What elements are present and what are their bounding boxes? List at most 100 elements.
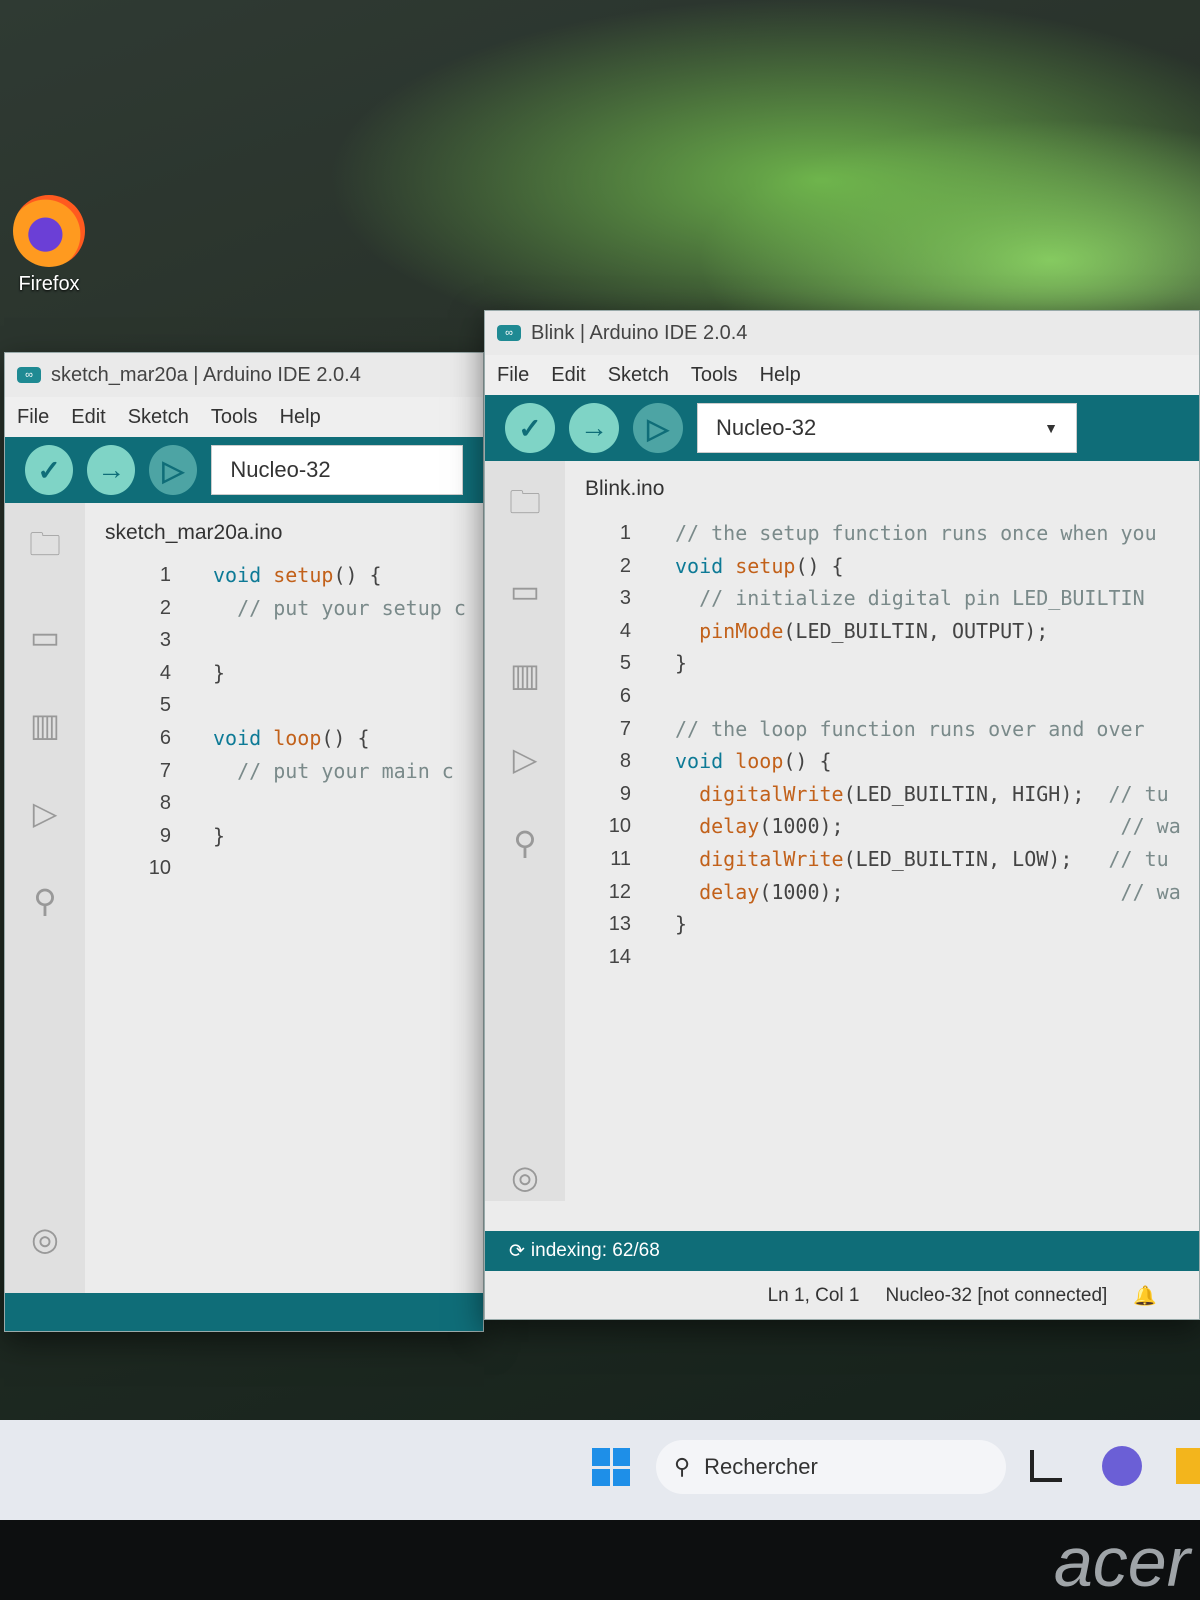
arduino-window-sketch[interactable]: ∞ sketch_mar20a | Arduino IDE 2.0.4 File… xyxy=(4,352,484,1332)
board-status[interactable]: Nucleo-32 [not connected] xyxy=(886,1285,1108,1307)
debug-button[interactable]: ▷ xyxy=(633,403,683,453)
library-icon[interactable]: ▥ xyxy=(502,653,548,697)
code-line: } xyxy=(675,912,688,937)
menu-edit[interactable]: Edit xyxy=(551,364,585,387)
search-placeholder: Rechercher xyxy=(704,1454,818,1479)
menu-edit[interactable]: Edit xyxy=(71,406,105,429)
code-line: // the loop function runs over and over xyxy=(675,716,1145,741)
board-selector[interactable]: Nucleo-32 xyxy=(211,445,464,495)
code-editor[interactable]: // the setup function runs once when you… xyxy=(675,517,1199,974)
code-line: void setup() { xyxy=(213,563,382,587)
desktop-icon-label: Firefox xyxy=(18,273,80,295)
line-number: 3 xyxy=(159,629,171,652)
arrow-right-icon: → xyxy=(580,412,608,443)
line-number: 10 xyxy=(148,857,171,880)
menu-tools[interactable]: Tools xyxy=(211,406,258,429)
notification-bell-icon[interactable]: 🔔 xyxy=(1133,1284,1157,1308)
laptop-bezel xyxy=(0,1520,1200,1600)
sync-icon: ⟳ xyxy=(509,1240,525,1262)
line-number: 1 xyxy=(159,564,171,586)
debug-button[interactable]: ▷ xyxy=(149,445,198,495)
editor-tab[interactable]: Blink.ino xyxy=(585,477,664,501)
line-number: 9 xyxy=(619,782,631,805)
account-icon[interactable]: ◎ xyxy=(502,1155,548,1199)
code-line: // put your main c xyxy=(237,758,454,783)
line-number: 13 xyxy=(608,913,631,936)
line-number: 1 xyxy=(619,522,631,544)
line-number: 8 xyxy=(159,792,171,815)
folder-icon[interactable]: 🗀 xyxy=(502,484,548,529)
code-line: digitalWrite(LED_BUILTIN, LOW); // tu xyxy=(699,846,1169,871)
status-footer: Ln 1, Col 1 Nucleo-32 [not connected] 🔔 xyxy=(485,1271,1199,1319)
upload-button[interactable]: → xyxy=(569,403,619,453)
line-number: 3 xyxy=(619,587,631,610)
menu-tools[interactable]: Tools xyxy=(691,364,738,387)
search-icon: ⚲ xyxy=(674,1454,691,1479)
windows-start-icon[interactable] xyxy=(592,1448,630,1486)
code-line: pinMode(LED_BUILTIN, OUTPUT); xyxy=(699,618,1049,643)
menu-sketch[interactable]: Sketch xyxy=(128,406,189,429)
line-number-gutter: 1 2 3 4 5 6 7 8 9 10 11 12 13 14 xyxy=(581,517,631,973)
code-line: delay(1000); // wa xyxy=(699,814,1181,839)
line-number: 2 xyxy=(159,596,171,619)
toolbar: ✓ → ▷ Nucleo-32 xyxy=(5,437,483,503)
board-selector-label: Nucleo-32 xyxy=(230,457,331,482)
arduino-logo-icon: ∞ xyxy=(17,367,41,383)
menu-bar: File Edit Sketch Tools Help xyxy=(485,355,1199,395)
window-titlebar[interactable]: ∞ sketch_mar20a | Arduino IDE 2.0.4 xyxy=(5,353,483,397)
board-selector-label: Nucleo-32 xyxy=(716,415,817,440)
meet-icon[interactable] xyxy=(1102,1446,1142,1486)
file-explorer-icon[interactable] xyxy=(1176,1448,1200,1484)
search-icon[interactable]: ⚲ xyxy=(502,821,548,865)
check-icon: ✓ xyxy=(37,454,61,486)
toolbar: ✓ → ▷ Nucleo-32 ▼ xyxy=(485,395,1199,461)
search-icon[interactable]: ⚲ xyxy=(22,879,68,923)
menu-help[interactable]: Help xyxy=(280,406,321,429)
sidebar: 🗀 ▭ ▥ ▷ ⚲ ◎ xyxy=(5,503,85,1331)
debug-icon[interactable]: ▷ xyxy=(22,791,68,835)
window-titlebar[interactable]: ∞ Blink | Arduino IDE 2.0.4 xyxy=(485,311,1199,355)
cursor-position[interactable]: Ln 1, Col 1 xyxy=(768,1285,860,1307)
editor-tab[interactable]: sketch_mar20a.ino xyxy=(105,521,282,545)
folder-icon[interactable]: 🗀 xyxy=(22,526,68,571)
board-selector[interactable]: Nucleo-32 ▼ xyxy=(697,403,1077,453)
menu-help[interactable]: Help xyxy=(760,364,801,387)
code-line: digitalWrite(LED_BUILTIN, HIGH); // tu xyxy=(699,781,1169,806)
code-editor[interactable]: void setup() { // put your setup c} void … xyxy=(213,559,483,885)
line-number: 5 xyxy=(619,652,631,675)
firefox-icon xyxy=(13,195,85,267)
verify-button[interactable]: ✓ xyxy=(25,445,74,495)
line-number: 9 xyxy=(159,824,171,847)
boards-manager-icon[interactable]: ▭ xyxy=(502,569,548,613)
menu-file[interactable]: File xyxy=(17,406,49,429)
line-number-gutter: 1 2 3 4 5 6 7 8 9 10 xyxy=(125,559,171,885)
line-number: 14 xyxy=(608,945,631,968)
boards-manager-icon[interactable]: ▭ xyxy=(22,615,68,659)
upload-button[interactable]: → xyxy=(87,445,136,495)
line-number: 11 xyxy=(610,847,631,870)
line-number: 7 xyxy=(159,759,171,782)
status-bar xyxy=(5,1293,483,1331)
menu-sketch[interactable]: Sketch xyxy=(608,364,669,387)
debug-icon: ▷ xyxy=(162,454,185,486)
library-icon[interactable]: ▥ xyxy=(22,703,68,747)
window-title: sketch_mar20a | Arduino IDE 2.0.4 xyxy=(51,363,361,386)
code-line: void loop() { xyxy=(213,725,370,750)
task-view-icon[interactable] xyxy=(1030,1450,1062,1482)
indexing-bar: ⟳ indexing: 62/68 xyxy=(485,1231,1199,1271)
account-icon[interactable]: ◎ xyxy=(22,1217,68,1261)
desktop-icon-firefox[interactable]: Firefox xyxy=(4,195,94,296)
taskbar: ⚲ Rechercher xyxy=(0,1420,1200,1520)
verify-button[interactable]: ✓ xyxy=(505,403,555,453)
arduino-window-blink[interactable]: ∞ Blink | Arduino IDE 2.0.4 File Edit Sk… xyxy=(484,310,1200,1320)
window-title: Blink | Arduino IDE 2.0.4 xyxy=(531,321,748,344)
menu-file[interactable]: File xyxy=(497,364,529,387)
arduino-logo-icon: ∞ xyxy=(497,325,521,341)
taskbar-search[interactable]: ⚲ Rechercher xyxy=(656,1440,1006,1494)
code-line: void setup() { xyxy=(675,553,844,578)
debug-icon[interactable]: ▷ xyxy=(502,737,548,781)
